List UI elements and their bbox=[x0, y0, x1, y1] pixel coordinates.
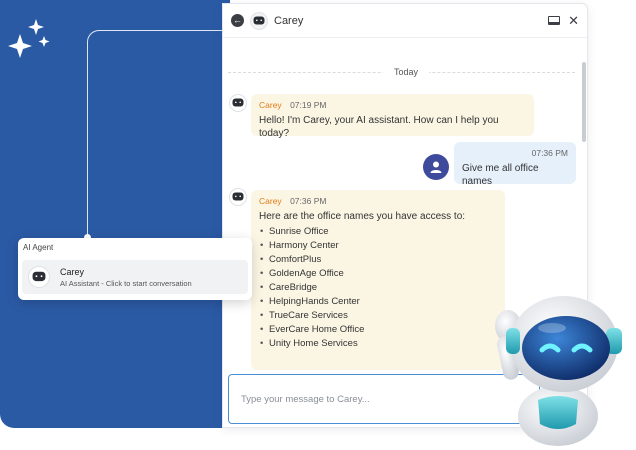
list-item: Sunrise Office bbox=[259, 225, 497, 239]
user-message-bubble: 07:36 PM Give me all office names bbox=[454, 142, 576, 187]
agent-texts: Carey AI Assistant - Click to start conv… bbox=[60, 267, 192, 288]
agent-list-item[interactable]: Carey AI Assistant - Click to start conv… bbox=[22, 260, 248, 294]
agent-name: Carey bbox=[60, 266, 85, 277]
chat-bot-icon bbox=[250, 11, 268, 30]
minimize-icon[interactable] bbox=[548, 16, 561, 25]
message-time: 07:19 PM bbox=[290, 100, 327, 110]
day-separator-label: Today bbox=[383, 67, 429, 77]
message-meta: Carey 07:19 PM bbox=[259, 100, 526, 110]
message-time: 07:36 PM bbox=[290, 196, 327, 206]
bot-message-bubble: Carey 07:36 PM Here are the office names… bbox=[251, 190, 505, 370]
list-item: TrueCare Services bbox=[259, 309, 497, 323]
list-item: CareBridge bbox=[259, 281, 497, 295]
chat-header: ← Carey ✕ bbox=[223, 4, 587, 38]
robot-mascot-icon bbox=[495, 296, 622, 446]
message-text: Give me all office names bbox=[462, 163, 539, 187]
message-text: Here are the office names you have acces… bbox=[259, 211, 466, 222]
user-icon bbox=[430, 161, 442, 173]
close-icon[interactable]: ✕ bbox=[568, 14, 579, 27]
stage: ← Carey ✕ Today Carey 07:19 PM Hello! I'… bbox=[0, 0, 636, 450]
header-actions: ✕ bbox=[548, 14, 579, 27]
office-list: Sunrise Office Harmony Center ComfortPlu… bbox=[259, 225, 497, 351]
scrollbar-thumb[interactable] bbox=[582, 62, 586, 142]
chat-bot-icon bbox=[28, 266, 50, 288]
agent-section-title: AI Agent bbox=[23, 243, 54, 252]
back-arrow-icon[interactable]: ← bbox=[231, 14, 244, 27]
chat-bot-icon bbox=[229, 94, 247, 112]
user-avatar bbox=[423, 154, 449, 180]
message-meta: Carey 07:36 PM bbox=[259, 196, 497, 206]
list-item: HelpingHands Center bbox=[259, 295, 497, 309]
message-text: Hello! I'm Carey, your AI assistant. How… bbox=[259, 115, 499, 139]
list-item: GoldenAge Office bbox=[259, 267, 497, 281]
agent-subtitle: AI Assistant - Click to start conversati… bbox=[60, 278, 192, 288]
list-item: ComfortPlus bbox=[259, 253, 497, 267]
sender-name: Carey bbox=[259, 196, 282, 206]
message-meta: 07:36 PM bbox=[462, 148, 568, 158]
list-item: Unity Home Services bbox=[259, 337, 497, 351]
message-time: 07:36 PM bbox=[531, 148, 568, 158]
sender-name: Carey bbox=[259, 100, 282, 110]
ai-agent-card: AI Agent Carey AI Assistant - Click to s… bbox=[18, 238, 252, 300]
chat-bot-icon bbox=[229, 188, 247, 206]
list-item: Harmony Center bbox=[259, 239, 497, 253]
sparkle-icon bbox=[8, 19, 50, 58]
bot-message-bubble: Carey 07:19 PM Hello! I'm Carey, your AI… bbox=[251, 94, 534, 139]
list-item: EverCare Home Office bbox=[259, 323, 497, 337]
chat-title: Carey bbox=[274, 14, 304, 27]
